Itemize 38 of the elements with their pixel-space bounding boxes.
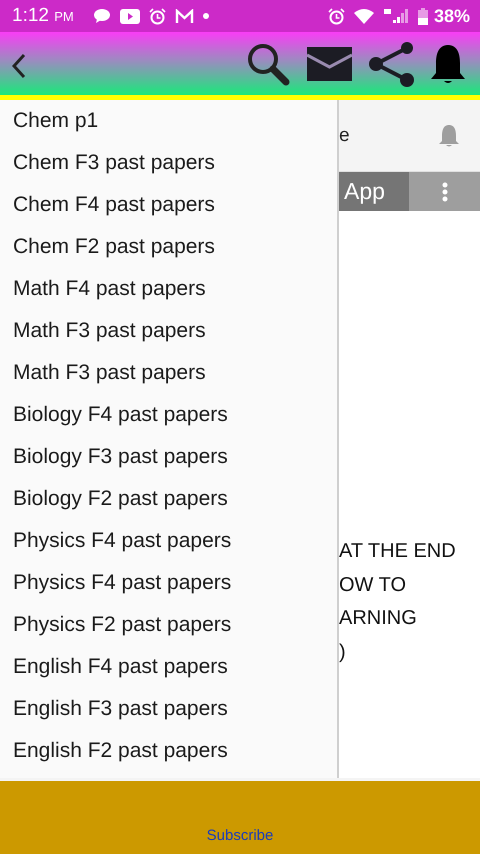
more-icon[interactable] [442, 182, 448, 202]
drawer-item[interactable]: Math F3 past papers [0, 310, 337, 352]
drawer-item[interactable]: Physics F2 past papers [0, 604, 337, 646]
drawer-item[interactable]: Physics F4 past papers [0, 520, 337, 562]
app-tab[interactable]: App [339, 172, 409, 211]
body-text: ) [339, 640, 347, 664]
drawer-item[interactable]: English F3 past papers [0, 688, 337, 730]
alarm-icon [148, 8, 166, 24]
chat-icon [92, 8, 111, 24]
body-text: OW TO [339, 572, 408, 598]
drawer-item[interactable]: Biology F2 past papers [0, 478, 337, 520]
share-icon[interactable] [368, 40, 414, 86]
battery-icon [418, 8, 428, 24]
dot-icon [202, 13, 209, 19]
drawer-item[interactable]: Chem F2 past papers [0, 226, 337, 268]
back-icon[interactable] [12, 52, 26, 78]
drawer-item[interactable]: Math F3 past papers [0, 352, 337, 394]
drawer-item[interactable]: Biology F4 past papers [0, 394, 337, 436]
drawer-item[interactable]: English F4 past papers [0, 646, 337, 688]
bell-icon[interactable] [430, 42, 466, 84]
drawer-item[interactable]: Chem F4 past papers [0, 184, 337, 226]
drawer-item[interactable]: English F2 past papers [0, 730, 337, 772]
drawer-item[interactable]: Biology F3 past papers [0, 436, 337, 478]
signal-icon [382, 8, 409, 24]
battery-level: 38% [434, 6, 470, 26]
body-text: ARNING [339, 606, 418, 631]
body-text: AT THE END [339, 539, 457, 564]
header-title: e [339, 124, 350, 146]
alarm-icon [328, 8, 345, 24]
drawer-item[interactable]: Chem F3 past papers [0, 142, 337, 184]
mail-icon [174, 8, 194, 24]
drawer-item[interactable]: Chem p1 [0, 100, 337, 142]
clock: 1:12 PM [12, 5, 74, 27]
video-icon [120, 8, 140, 24]
envelope-icon[interactable] [307, 46, 352, 80]
drawer-item[interactable]: Physics F4 past papers [0, 562, 337, 604]
drawer-item[interactable]: Math F4 past papers [0, 268, 337, 310]
wifi-icon [354, 8, 374, 24]
